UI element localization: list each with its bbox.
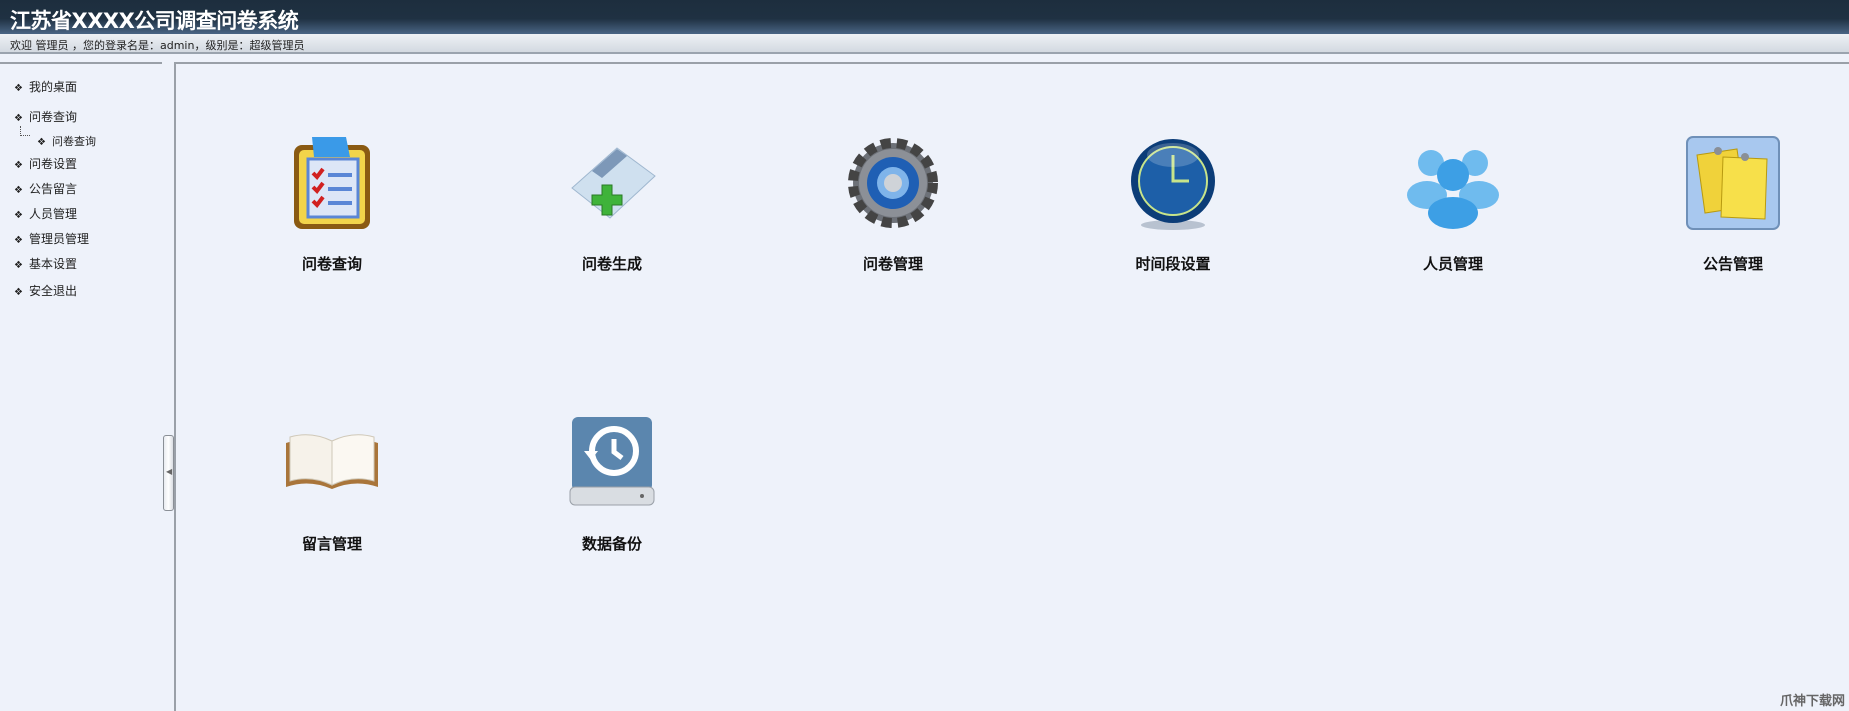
tile-label: 人员管理 (1422, 255, 1483, 273)
sidebar-item-label: 问卷查询 (51, 135, 96, 148)
sidebar-item-label: 安全退出 (28, 284, 77, 298)
bullet-icon: ❖ (37, 137, 46, 148)
bullet-icon: ❖ (14, 235, 23, 246)
app-title: 江苏省XXXX公司调查问卷系统 (10, 9, 299, 33)
bullet-icon: ❖ (14, 260, 23, 271)
sidebar-item-survey-settings[interactable]: ❖ 问卷设置 (14, 155, 77, 172)
tile-time-settings[interactable]: 时间段设置 (1083, 133, 1263, 274)
tile-message-manage[interactable]: 留言管理 (242, 413, 422, 554)
tile-label: 时间段设置 (1135, 255, 1211, 273)
tile-label: 留言管理 (301, 535, 362, 553)
sticky-notes-icon (1686, 136, 1780, 230)
bullet-icon: ❖ (14, 210, 23, 221)
sidebar-item-label: 人员管理 (28, 207, 77, 221)
tile-personnel[interactable]: 人员管理 (1363, 133, 1543, 274)
collapse-arrow-icon: ◀ (166, 467, 173, 476)
watermark: 爪神下载网 (1779, 694, 1845, 709)
tile-label: 问卷查询 (301, 255, 362, 273)
gear-icon (848, 138, 938, 228)
sidebar-item-label: 基本设置 (28, 257, 77, 271)
sidebar-subitem-survey-query[interactable]: ❖ 问卷查询 (37, 133, 96, 149)
users-icon (1407, 150, 1499, 229)
welcome-bar: 欢迎 管理员 ，您的登录名是：admin，级别是：超级管理员 (0, 34, 1849, 54)
tile-data-backup[interactable]: 数据备份 (522, 413, 702, 554)
sidebar-item-desktop[interactable]: ❖ 我的桌面 (14, 78, 77, 95)
tile-survey-manage[interactable]: 问卷管理 (803, 133, 983, 274)
tile-label: 数据备份 (581, 535, 642, 553)
bullet-icon: ❖ (14, 113, 23, 124)
sidebar-item-logout[interactable]: ❖ 安全退出 (14, 282, 77, 299)
tile-label: 问卷管理 (862, 255, 923, 273)
welcome-text: 欢迎 管理员 ，您的登录名是：admin，级别是：超级管理员 (10, 39, 305, 52)
sidebar-item-label: 问卷查询 (28, 110, 77, 124)
bullet-icon: ❖ (14, 83, 23, 94)
sidebar-item-label: 公告留言 (28, 182, 77, 196)
tile-notice-manage[interactable]: 公告管理 (1643, 133, 1823, 274)
sidebar-collapse-handle[interactable]: ◀ (163, 435, 174, 511)
bullet-icon: ❖ (14, 160, 23, 171)
tile-label: 问卷生成 (581, 255, 642, 273)
header-bar: 江苏省XXXX公司调查问卷系统 (0, 0, 1849, 34)
sidebar-item-basic-settings[interactable]: ❖ 基本设置 (14, 255, 77, 272)
sidebar-item-personnel[interactable]: ❖ 人员管理 (14, 205, 77, 222)
bullet-icon: ❖ (14, 185, 23, 196)
book-icon (286, 434, 378, 489)
bullet-icon: ❖ (14, 287, 23, 298)
tile-survey-generate[interactable]: 问卷生成 (522, 133, 702, 274)
sidebar-item-admins[interactable]: ❖ 管理员管理 (14, 230, 89, 247)
clipboard-icon (294, 137, 370, 229)
divider-gap (162, 62, 174, 65)
tile-label: 公告管理 (1702, 255, 1763, 273)
main-border (174, 62, 176, 711)
tile-survey-query[interactable]: 问卷查询 (242, 133, 422, 274)
backup-drive-icon (569, 417, 655, 506)
notepad-add-icon (571, 147, 656, 219)
sidebar-item-label: 管理员管理 (28, 232, 89, 246)
sidebar-item-survey-query[interactable]: ❖ 问卷查询 (14, 108, 77, 125)
sidebar-item-label: 我的桌面 (28, 80, 77, 94)
divider (0, 62, 1849, 64)
clock-icon (1131, 139, 1215, 230)
sidebar-item-notice-message[interactable]: ❖ 公告留言 (14, 180, 77, 197)
tree-connector (20, 126, 30, 136)
sidebar-item-label: 问卷设置 (28, 157, 77, 171)
